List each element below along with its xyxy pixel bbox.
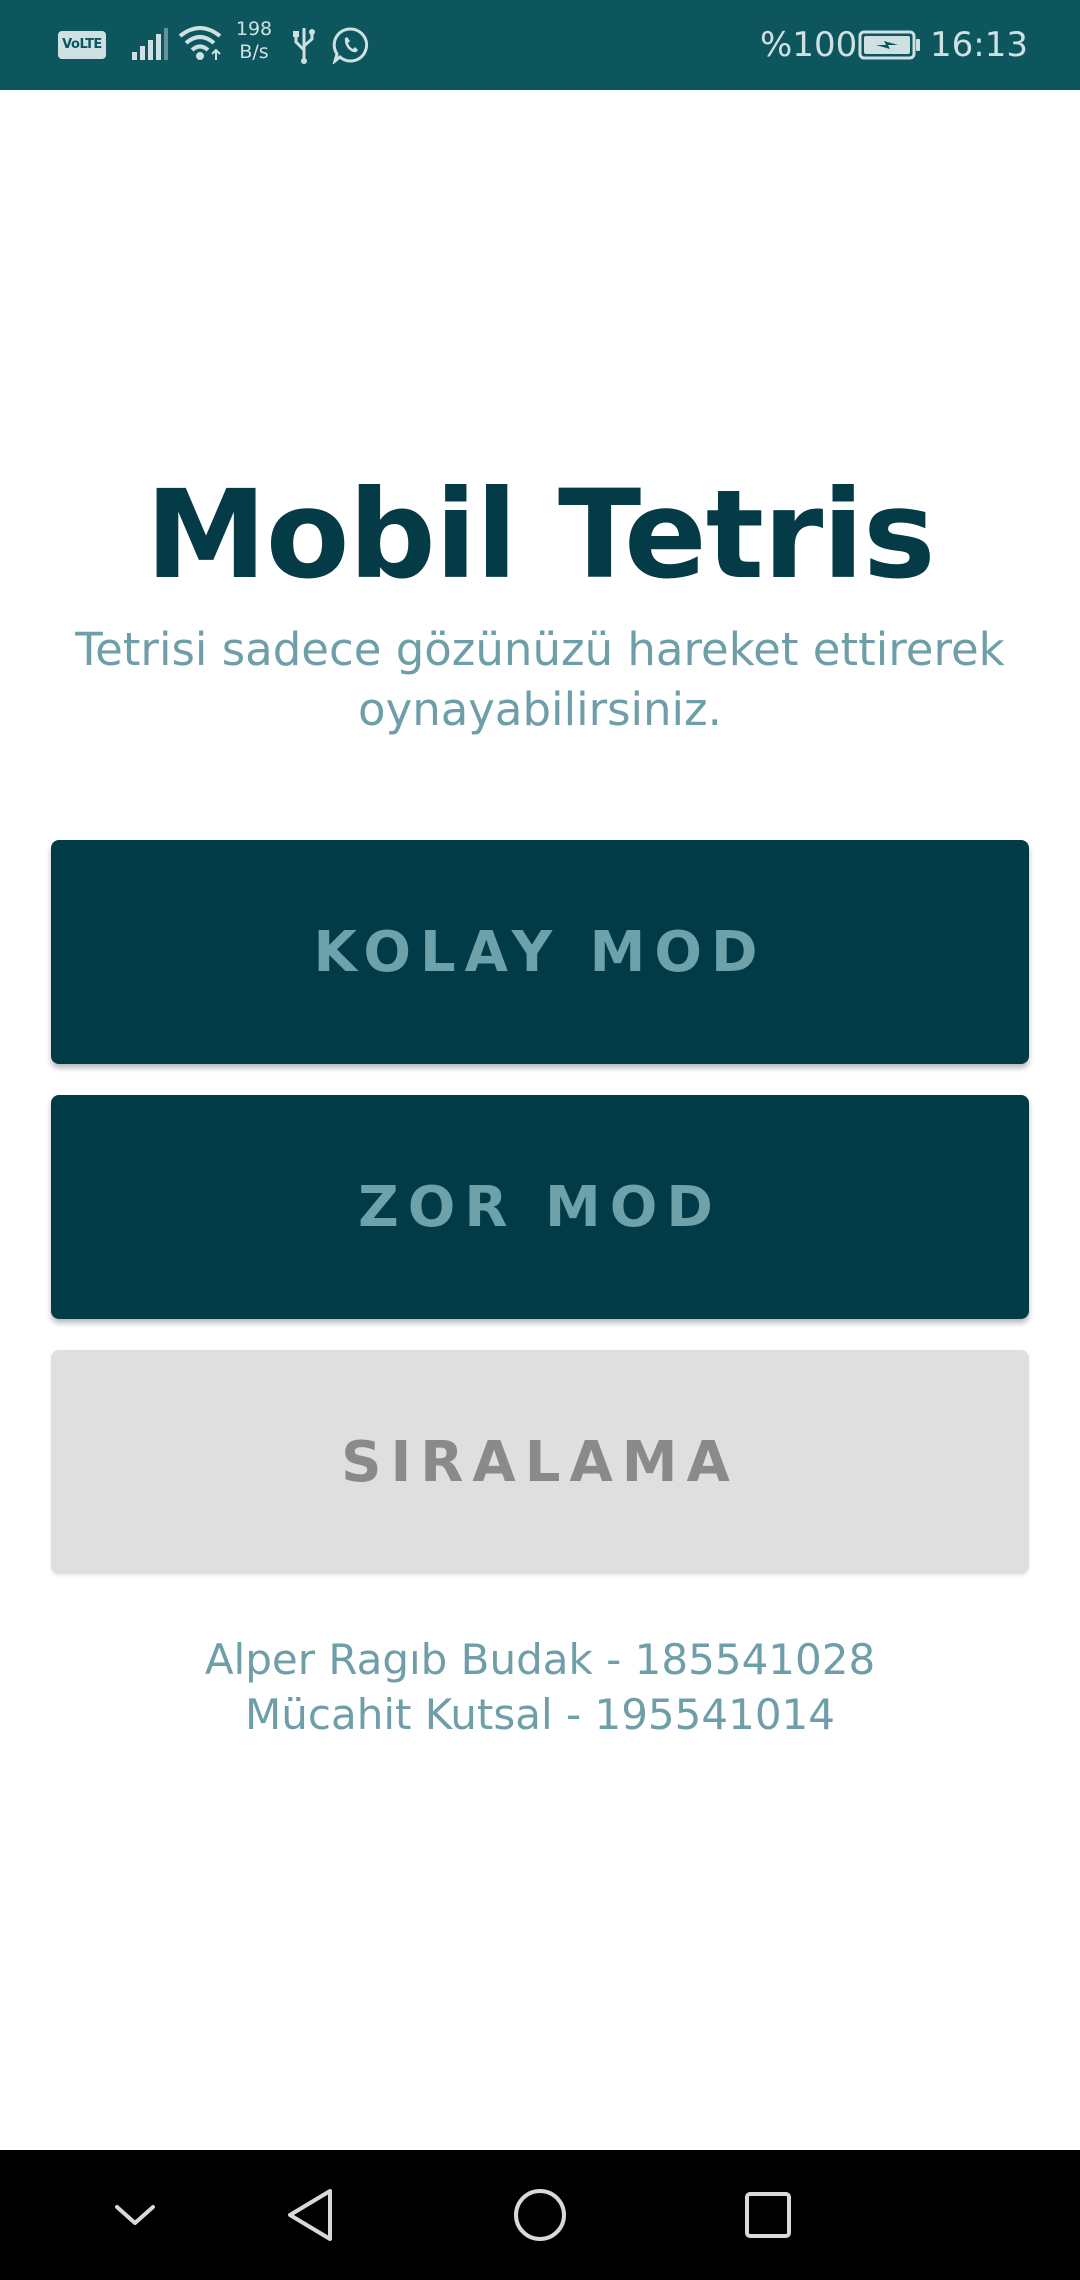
hard-mode-button[interactable]: ZOR MOD: [51, 1095, 1029, 1319]
app-screen: VoLTE 198 B/s %100 16:13 Mobil Tetris Te…: [0, 0, 1080, 2280]
battery-charging-icon: [858, 30, 922, 64]
credit-line: Mücahit Kutsal - 195541014: [245, 1690, 835, 1739]
network-speed-unit: B/s: [239, 41, 269, 63]
home-button[interactable]: [480, 2150, 600, 2280]
network-speed-value: 198: [235, 18, 273, 40]
back-button[interactable]: [250, 2150, 370, 2280]
recents-square-icon: [745, 2192, 791, 2238]
whatsapp-icon: [332, 26, 370, 68]
clock: 16:13: [930, 25, 1028, 65]
app-subtitle: Tetrisi sadece gözünüzü hareket ettirere…: [75, 623, 1005, 736]
volte-icon: VoLTE: [58, 31, 106, 59]
chevron-down-icon: [115, 2205, 155, 2225]
status-bar: VoLTE 198 B/s %100 16:13: [0, 0, 1080, 90]
ranking-button[interactable]: SIRALAMA: [51, 1350, 1029, 1574]
battery-percent: %100: [760, 25, 858, 65]
network-speed: 198 B/s: [232, 18, 276, 64]
home-circle-icon: [514, 2189, 566, 2241]
signal-icon: [132, 28, 168, 64]
back-triangle-icon: [288, 2189, 332, 2241]
app-title: Mobil Tetris: [145, 464, 935, 606]
credit-line: Alper Ragıb Budak - 185541028: [204, 1635, 876, 1684]
hide-nav-button[interactable]: [75, 2150, 195, 2280]
recents-button[interactable]: [708, 2150, 828, 2280]
wifi-icon: [178, 24, 222, 66]
credits: Alper Ragıb Budak - 185541028 Mücahit Ku…: [0, 1632, 1080, 1742]
usb-icon: [292, 26, 316, 68]
navigation-bar: [0, 2150, 1080, 2280]
easy-mode-button[interactable]: KOLAY MOD: [51, 840, 1029, 1064]
